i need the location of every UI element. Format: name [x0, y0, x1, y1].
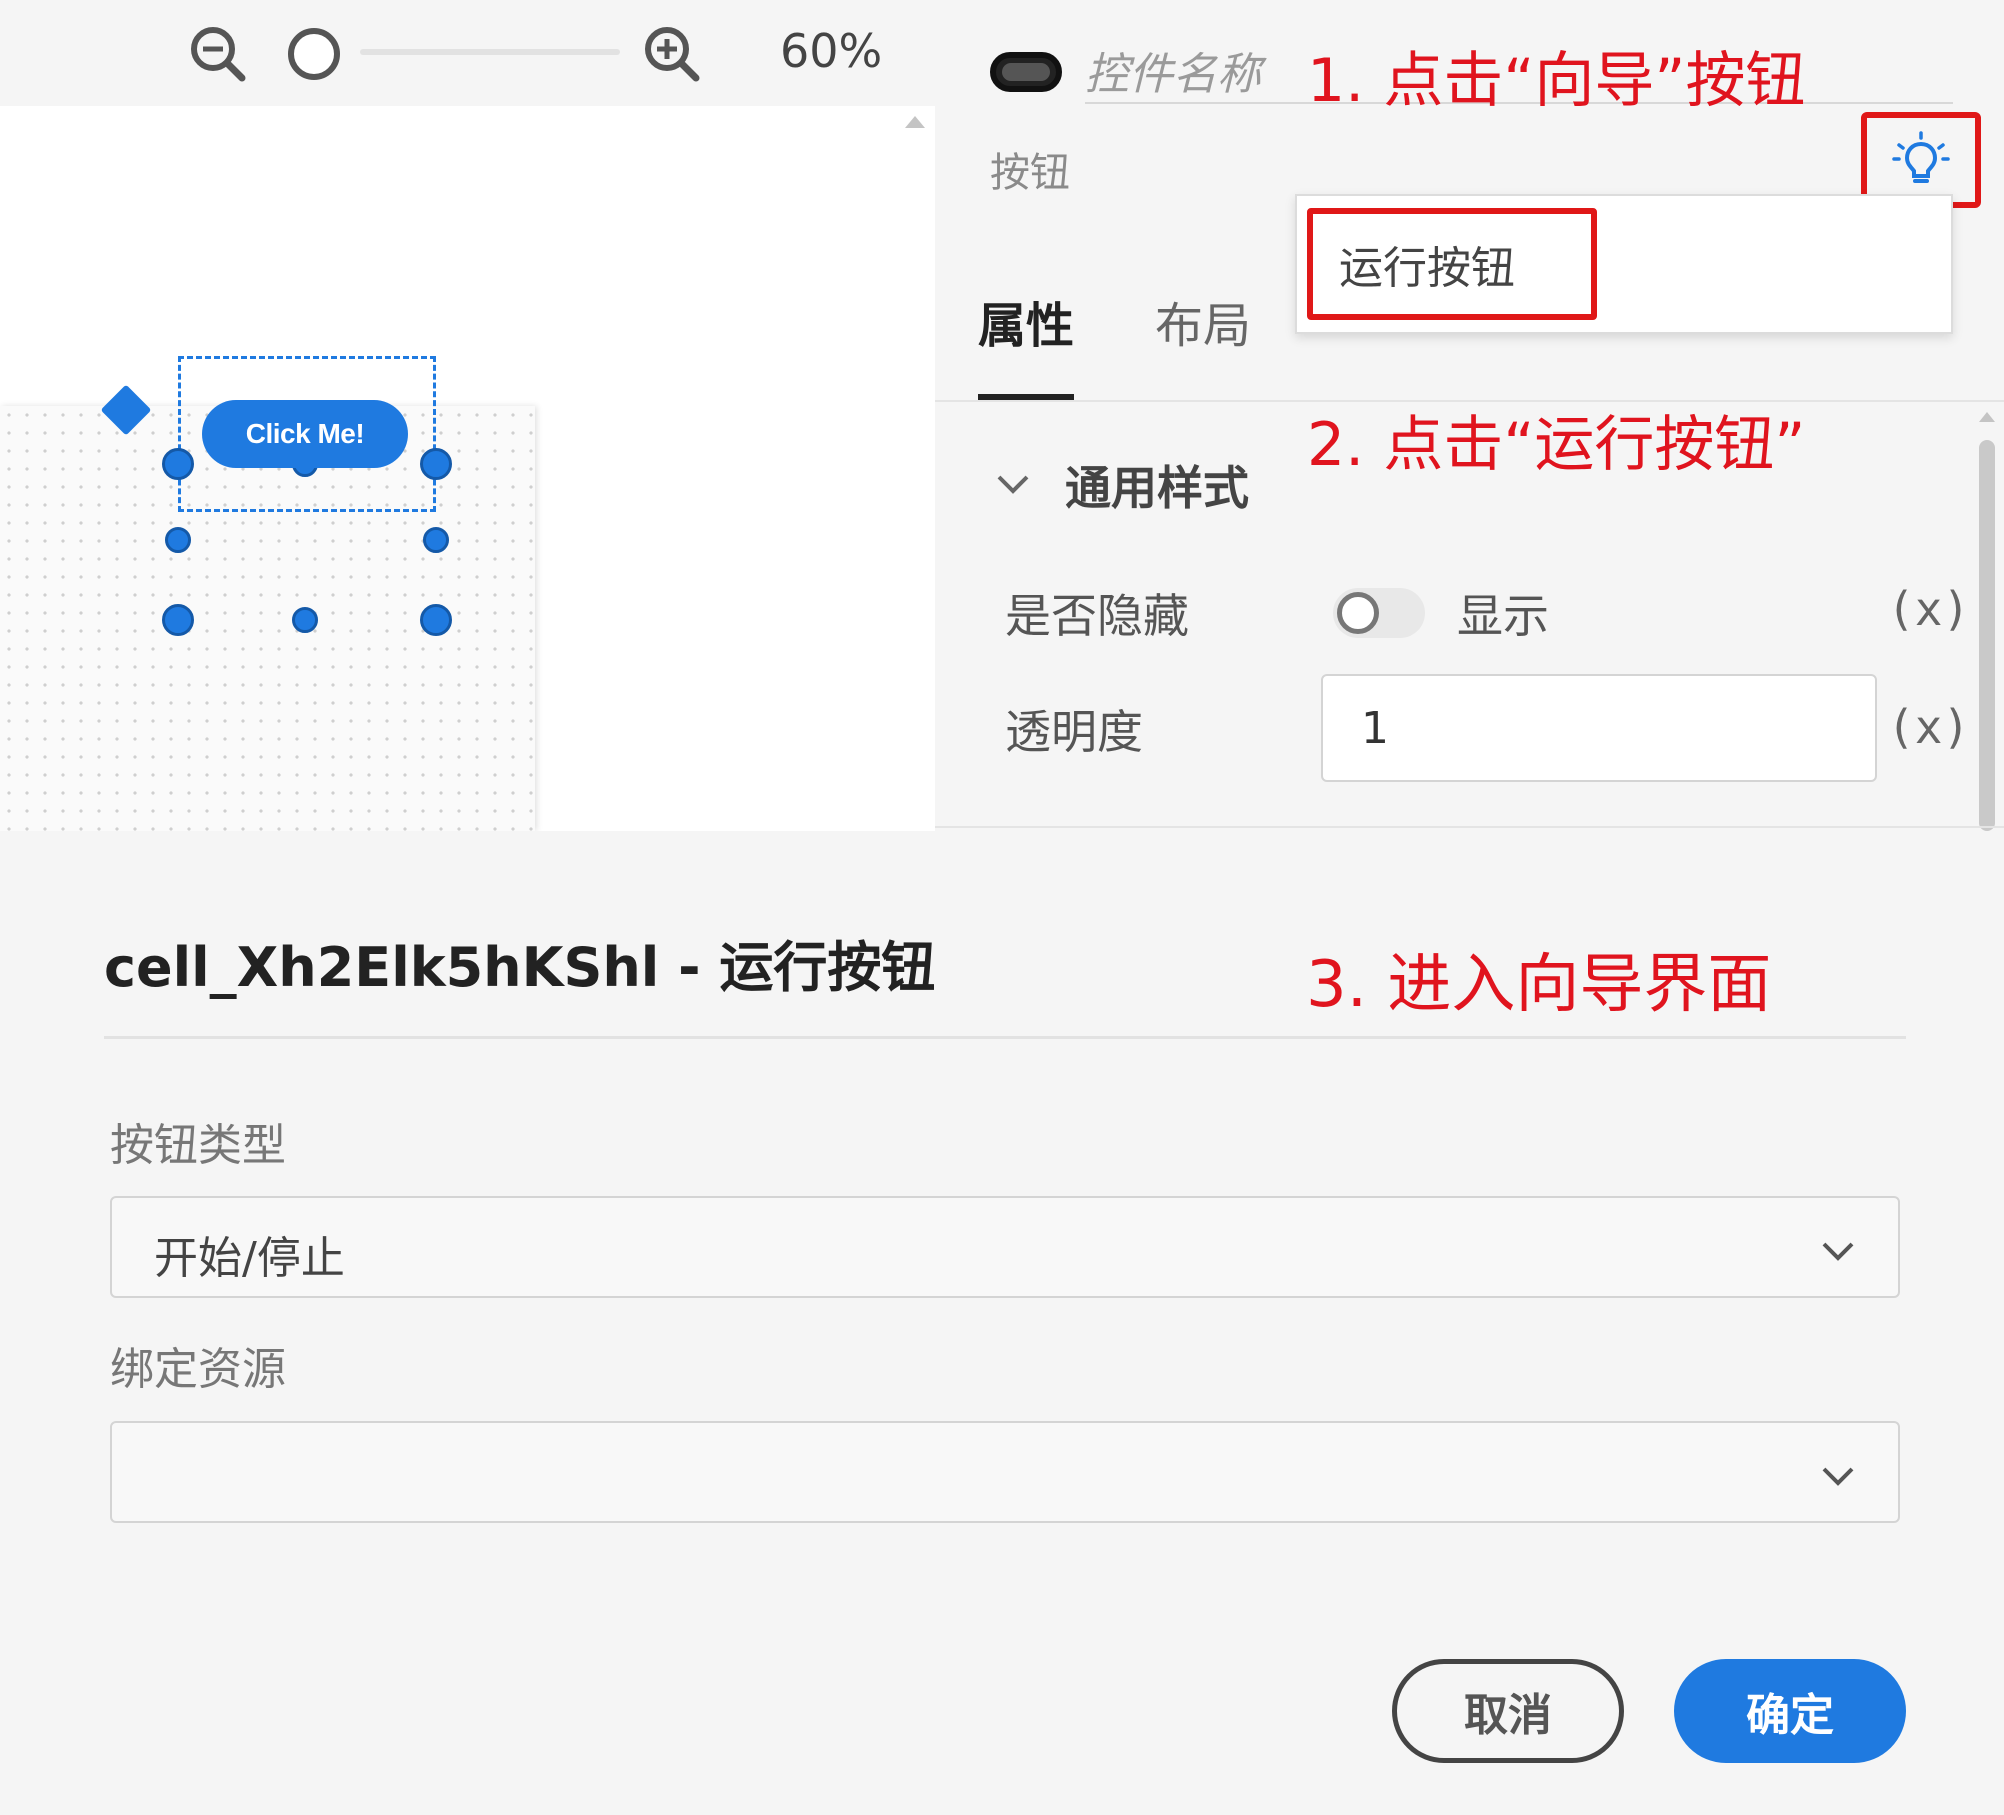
- resize-handle-bottom-right[interactable]: [420, 604, 452, 636]
- button-type-label: 按钮类型: [110, 1120, 286, 1171]
- resize-handle-bottom-left[interactable]: [162, 604, 194, 636]
- button-type-select[interactable]: 开始/停止: [110, 1196, 1900, 1298]
- section-title-general-style[interactable]: 通用样式: [1065, 452, 1249, 518]
- zoom-in-icon[interactable]: [642, 24, 702, 84]
- properties-panel: 控件名称 1. 点击“向导”按钮 按钮 运行按钮 属性 布局 2. 点击“运行按…: [935, 0, 2004, 831]
- toggle-knob: [1337, 592, 1379, 634]
- lightbulb-icon: [1892, 131, 1950, 183]
- hidden-state-text: 显示: [1457, 589, 1549, 643]
- resize-handle-top-right[interactable]: [420, 448, 452, 480]
- wizard-dialog: cell_Xh2Elk5hKShl - 运行按钮 3. 进入向导界面 按钮类型 …: [0, 831, 2004, 1815]
- panel-scroll-up-arrow[interactable]: [1979, 412, 1995, 422]
- resize-handle-top-left[interactable]: [162, 448, 194, 480]
- hidden-label: 是否隐藏: [1005, 589, 1189, 643]
- zoom-out-icon[interactable]: [188, 24, 248, 84]
- bind-resource-label: 绑定资源: [110, 1344, 286, 1395]
- confirm-button[interactable]: 确定: [1674, 1659, 1906, 1763]
- wizard-dropdown-menu: 运行按钮: [1295, 194, 1953, 334]
- menu-item-run-button[interactable]: 运行按钮: [1307, 208, 1597, 320]
- chevron-down-icon[interactable]: [995, 466, 1031, 502]
- resize-handle-right[interactable]: [423, 527, 449, 553]
- annotation-step-3: 3. 进入向导界面: [1306, 948, 1772, 1022]
- annotation-step-2: 2. 点击“运行按钮”: [1307, 410, 1806, 480]
- design-canvas[interactable]: [0, 106, 935, 831]
- zoom-slider-track[interactable]: [360, 49, 620, 55]
- zoom-toolbar: 60%: [0, 0, 935, 106]
- canvas-scroll-up-arrow[interactable]: [905, 116, 925, 128]
- zoom-slider-handle[interactable]: [288, 28, 340, 80]
- tab-layout[interactable]: 布局: [1155, 286, 1251, 356]
- resize-handle-bottom[interactable]: [292, 607, 318, 633]
- button-type-value: 开始/停止: [154, 1233, 345, 1284]
- annotation-step-1: 1. 点击“向导”按钮: [1307, 46, 1806, 116]
- dialog-divider: [104, 1036, 1906, 1039]
- widget-type-label: 按钮: [990, 150, 1070, 196]
- chevron-down-icon: [1822, 1242, 1854, 1261]
- variable-button-hidden[interactable]: (x): [1887, 582, 1970, 636]
- dialog-title: cell_Xh2Elk5hKShl - 运行按钮: [104, 936, 936, 999]
- widget-name-placeholder: 控件名称: [1085, 49, 1261, 100]
- chevron-down-icon: [1822, 1467, 1854, 1486]
- opacity-label: 透明度: [1005, 705, 1143, 759]
- panel-scrollbar[interactable]: [1979, 440, 1995, 831]
- opacity-input[interactable]: [1321, 674, 1877, 782]
- resize-handle-left[interactable]: [165, 527, 191, 553]
- cancel-button[interactable]: 取消: [1392, 1659, 1624, 1763]
- variable-button-opacity[interactable]: (x): [1887, 700, 1970, 754]
- button-widget-icon: [990, 52, 1062, 92]
- bind-resource-select[interactable]: [110, 1421, 1900, 1523]
- canvas-button-widget[interactable]: Click Me!: [202, 400, 408, 468]
- tab-properties[interactable]: 属性: [978, 286, 1074, 356]
- hidden-toggle[interactable]: [1333, 588, 1425, 638]
- panel-divider: [935, 826, 2004, 828]
- zoom-level: 60%: [780, 24, 883, 78]
